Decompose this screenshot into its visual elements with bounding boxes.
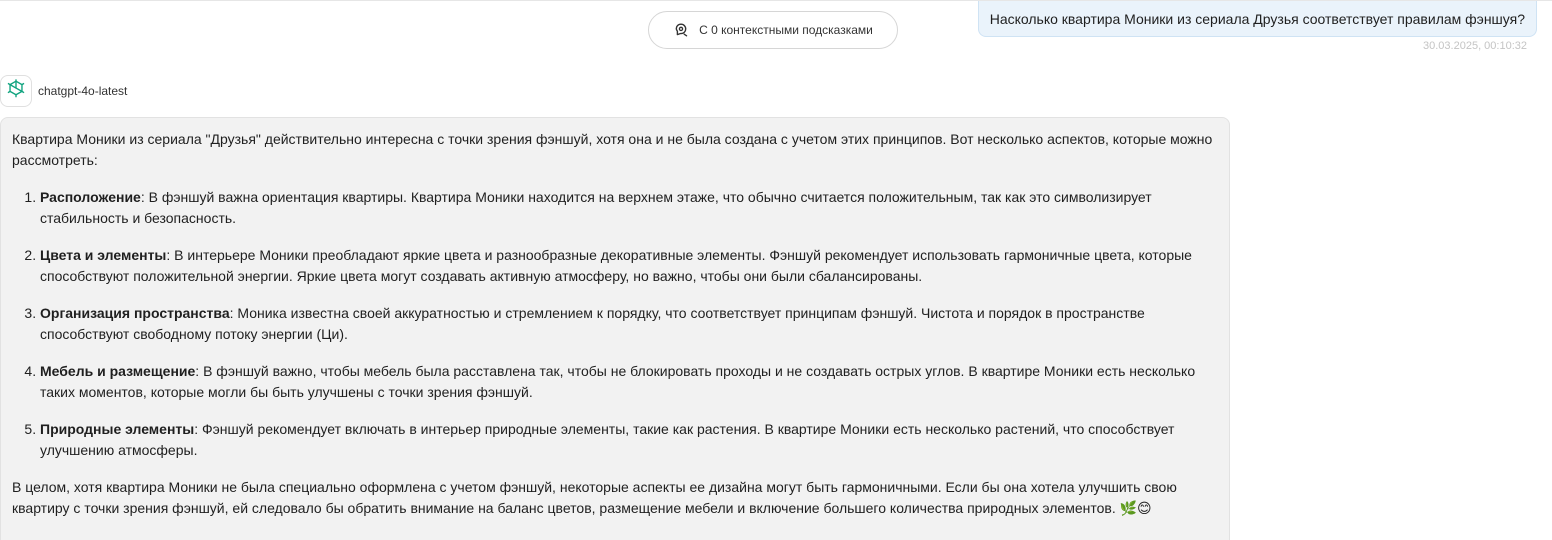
model-header: chatgpt-4o-latest <box>0 75 127 107</box>
context-hint-icon <box>673 22 689 38</box>
response-conclusion: В целом, хотя квартира Моники не была сп… <box>12 477 1217 519</box>
model-avatar <box>0 75 32 107</box>
user-message-bubble: Насколько квартира Моники из сериала Дру… <box>977 1 1537 37</box>
list-item-text: : В фэншуй важно, чтобы мебель была расс… <box>40 363 1196 400</box>
list-item: Природные элементы: Фэншуй рекомендует в… <box>40 419 1217 461</box>
list-item-text: : В фэншуй важна ориентация квартиры. Кв… <box>40 189 1152 226</box>
list-item-title: Цвета и элементы <box>40 247 167 263</box>
conclusion-text: В целом, хотя квартира Моники не была сп… <box>12 479 1177 516</box>
list-item-title: Расположение <box>40 189 141 205</box>
list-item-text: : Фэншуй рекомендует включать в интерьер… <box>40 421 1175 458</box>
user-message-timestamp: 30.03.2025, 00:10:32 <box>1423 40 1527 52</box>
list-item-text: : В интерьере Моники преобладают яркие ц… <box>40 247 1192 284</box>
list-item: Организация пространства: Моника известн… <box>40 303 1217 345</box>
model-name: chatgpt-4o-latest <box>38 84 128 98</box>
list-item: Расположение: В фэншуй важна ориентация … <box>40 187 1217 229</box>
user-message-text: Насколько квартира Моники из сериала Дру… <box>989 10 1525 27</box>
list-item: Цвета и элементы: В интерьере Моники пре… <box>40 245 1217 287</box>
openai-logo-icon <box>5 78 27 105</box>
list-item-title: Организация пространства <box>40 305 230 321</box>
list-item-title: Природные элементы <box>40 421 195 437</box>
response-list: Расположение: В фэншуй важна ориентация … <box>12 187 1217 461</box>
context-hints-label: С 0 контекстными подсказками <box>699 23 873 37</box>
list-item: Мебель и размещение: В фэншуй важно, что… <box>40 361 1217 403</box>
assistant-response: Квартира Моники из сериала "Друзья" дейс… <box>0 117 1230 540</box>
context-hints-button[interactable]: С 0 контекстными подсказками <box>648 11 898 49</box>
chat-page: С 0 контекстными подсказками Насколько к… <box>0 0 1552 540</box>
list-item-title: Мебель и размещение <box>40 363 196 379</box>
emoji-herb-smile: 🌿😊 <box>1119 500 1152 516</box>
response-intro: Квартира Моники из сериала "Друзья" дейс… <box>12 131 1213 168</box>
